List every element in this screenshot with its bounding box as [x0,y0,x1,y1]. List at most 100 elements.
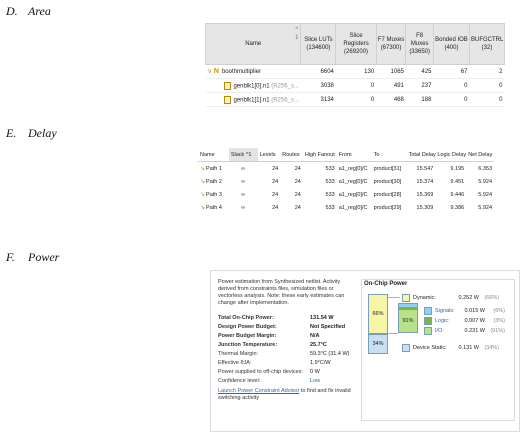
row-name-cell: genblk1[0].n1 (R256_s... [205,78,301,93]
table-row[interactable]: ↘Path 1 ∞ 24 24 533 a1_reg[0]/C product[31] 15.… [198,162,494,176]
cell-value: 425 [405,64,434,79]
power-summary-value[interactable]: Low [310,378,320,384]
column-header-f7-muxes[interactable]: F7 Muxes (67300) [375,23,407,65]
power-summary-label: Effective ϑJA: [218,359,252,366]
section-letter: D. [6,4,18,18]
fanout-value: 533 [325,178,335,185]
column-header-total-delay[interactable]: Total Delay [406,148,436,162]
power-summary-value: N/A [310,332,320,339]
cell-value: 0 [433,92,470,107]
total-delay-value: 15.369 [416,191,434,198]
column-header-name[interactable]: Name [198,148,229,162]
table-row[interactable]: genblk1[0].n1 (R256_s... 3038 0 491 237 … [205,78,505,93]
legend-label: Signals: [435,308,455,314]
power-advisor-note: Launch Power Constraint Advisor to find … [218,388,356,402]
cell-value: 0 [433,78,470,93]
column-header-to[interactable]: To [371,148,407,162]
legend-value: 0.231 W [464,328,485,334]
column-header-logic-delay[interactable]: Logic Delay [435,148,467,162]
cell-value: 0 [335,78,377,93]
power-summary-label: Total On-Chip Power: [218,314,274,321]
legend-swatch [402,344,410,352]
column-header-bonded-iob[interactable]: Bonded IOB (400) [432,23,470,65]
column-header-bufgctrl[interactable]: BUFGCTRL (32) [468,23,506,65]
section-letter: F. [6,250,15,264]
section-heading-area: D. Area [6,4,51,19]
column-header-net-delay[interactable]: Net Delay [466,148,494,162]
on-chip-power-chart: On-Chip Power 66% 34% 91% Dynamic: 0.252… [361,279,515,421]
legend-label: I/O: [435,328,444,334]
power-summary-row: Effective ϑJA: 1.9°C/W [218,358,356,367]
row-module-suffix: (R256_s... [271,97,299,104]
column-header-routes[interactable]: Routes [280,148,303,162]
legend-label: Device Static: [413,345,447,351]
legend-swatch [424,317,432,325]
to-value: product[30] [373,178,402,185]
legend-value: 0.252 W [458,295,479,301]
cell-value: 237 [405,78,434,93]
legend-row-logic: Logic: 0.007 W (3%) [424,317,505,325]
power-constraint-advisor-link[interactable]: Launch Power Constraint Advisor [218,388,299,394]
timing-path-icon: ↘ [200,192,206,198]
timing-paths-table: Name Slack ^1 Levels Routes High Fanout … [198,148,494,214]
power-summary-label: Design Power Budget: [218,323,277,330]
legend-percent: (91%) [490,328,505,334]
column-header-from[interactable]: From [336,148,372,162]
from-value: a1_reg[0]/C [338,178,368,185]
levels-value: 24 [272,191,279,198]
column-header-levels[interactable]: Levels [257,148,281,162]
cell-value: 0 [469,78,505,93]
timing-path-icon: ↘ [200,205,206,211]
cell-value: 3038 [300,78,336,93]
power-summary-row: Power Budget Margin: N/A [218,331,356,340]
chevron-down-icon[interactable]: ∨ [208,69,212,75]
power-summary-row: Confidence level: Low [218,376,356,385]
column-header-slack[interactable]: Slack ^1 [228,148,258,162]
power-summary-value: 1.9°C/W [310,359,331,366]
power-summary-row: Thermal Margin: 59.3°C (31.4 W) [218,349,356,358]
cell-value: 188 [405,92,434,107]
column-header-f8-muxes[interactable]: F8 Muxes (33650) [405,23,434,65]
row-module-suffix: (R256_s... [271,83,299,90]
table-row[interactable]: ↘Path 3 ∞ 24 24 533 a1_reg[0]/C product[28] 15.… [198,188,494,201]
cell-value: 6604 [300,64,336,79]
path-name-label: Path 4 [206,205,222,211]
legend-value: 0.015 W [464,308,485,314]
column-header-slice-registers[interactable]: Slice Registers (269200) [335,23,377,65]
legend-value: 0.007 W [464,318,485,324]
table-row[interactable]: ∨ Nboothmultiplier 6604 130 1065 425 67 2 [205,64,505,79]
slack-value: ∞ [241,191,246,198]
section-heading-power: F. Power [6,250,59,265]
path-name-label: Path 3 [206,192,222,198]
column-header-slice-luts[interactable]: Slice LUTs (134600) [300,23,337,65]
power-summary-label: Confidence level: [218,377,261,384]
power-summary-list: Total On-Chip Power: 131.54 W Design Power… [218,313,356,385]
power-summary-row: Power supplied to off-chip devices: 0 W [218,367,356,376]
total-power-bar: 66% 34% [368,294,388,354]
total-delay-value: 15.547 [416,165,434,172]
section-title: Delay [28,126,57,140]
column-header-name[interactable]: Name ^ 1 [204,23,302,65]
connector-line [388,297,400,298]
path-name-label: Path 2 [206,179,222,185]
path-name: ↘Path 3 [198,188,229,201]
column-header-high-fanout[interactable]: High Fanout [302,148,337,162]
power-summary-value: 59.3°C (31.4 W) [310,350,350,357]
routes-value: 24 [294,178,301,185]
cell-value: 0 [335,92,377,107]
path-name: ↘Path 1 [198,162,229,176]
section-title: Power [28,250,60,264]
power-summary-row: Total On-Chip Power: 131.54 W [218,313,356,322]
row-name-cell: genblk1[1].n1 (R256_s... [205,92,301,107]
section-title: Area [28,4,51,18]
path-name-label: Path 1 [206,166,222,172]
cell-value: 468 [376,92,406,107]
static-bar-label: 34% [372,341,384,347]
table-row[interactable]: ↘Path 2 ∞ 24 24 533 a1_reg[0]/C product[30] 15.… [198,175,494,188]
dynamic-bar-label: 66% [372,311,384,317]
power-report-panel: Power estimation from Synthesized netlis… [210,270,520,432]
section-letter: E. [6,126,17,140]
row-name-cell: ∨ Nboothmultiplier [205,64,301,79]
netlist-icon: N [213,68,219,75]
table-row[interactable]: genblk1[1].n1 (R256_s... 3134 0 468 188 … [205,92,505,107]
